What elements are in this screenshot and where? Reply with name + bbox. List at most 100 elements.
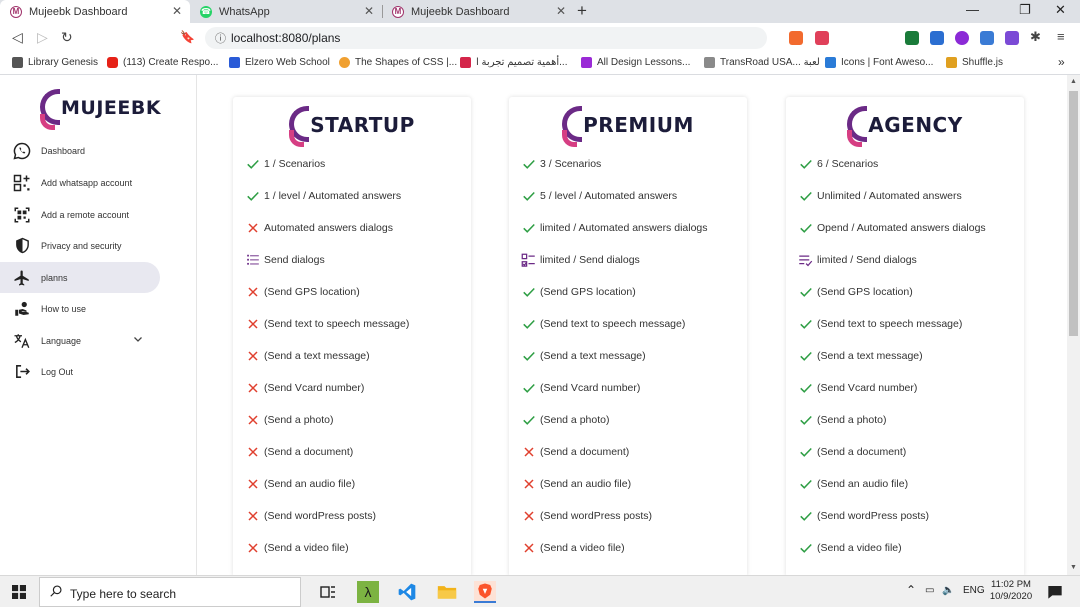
vue-devtools-icon[interactable] xyxy=(905,31,919,45)
new-tab-button[interactable]: + xyxy=(577,1,587,21)
sidebar-item-add-whatsapp-account[interactable]: Add whatsapp account xyxy=(0,167,160,198)
color-picker-icon[interactable] xyxy=(955,31,969,45)
sidebar-item-language[interactable]: Language xyxy=(0,325,160,356)
feature-item: (Send an audio file) xyxy=(798,475,908,493)
tab-whatsapp[interactable]: ☎ WhatsApp ✕ xyxy=(190,0,382,23)
css-tricks-icon xyxy=(339,57,350,68)
windows-start-icon[interactable] xyxy=(8,581,30,603)
check-icon xyxy=(798,509,813,524)
logo[interactable]: MUJEEBK xyxy=(40,87,162,130)
close-icon[interactable]: ✕ xyxy=(556,4,566,18)
bookmark-item[interactable]: All Design Lessons... xyxy=(581,57,690,68)
playlist-check-icon xyxy=(798,253,813,268)
chevron-up-icon[interactable]: ⌃ xyxy=(906,583,916,597)
bookmark-icon[interactable]: 🔖 xyxy=(180,30,195,44)
feature-text: (Send an audio file) xyxy=(540,478,632,490)
feature-text: (Send wordPress posts) xyxy=(817,510,930,522)
sidebar-item-log-out[interactable]: Log Out xyxy=(0,356,160,387)
file-explorer-icon[interactable] xyxy=(436,581,458,603)
toolbar: ◁ ▷ ↻ 🔖 ⓘ localhost:8080/plans ✱ ≡ xyxy=(0,23,1080,53)
bookmark-item[interactable]: Elzero Web School xyxy=(229,57,330,68)
feature-text: (Send a photo) xyxy=(264,414,334,426)
feature-text: Send dialogs xyxy=(264,254,325,266)
reload-icon[interactable]: ↻ xyxy=(61,29,73,46)
feature-text: limited / Send dialogs xyxy=(817,254,917,266)
lambda-app-icon[interactable]: λ xyxy=(357,581,379,603)
plane-icon xyxy=(12,268,32,288)
scroll-down-icon[interactable]: ▼ xyxy=(1070,564,1077,571)
brave-rewards-icon[interactable] xyxy=(815,31,829,45)
page-scrollbar[interactable]: ▲ ▼ xyxy=(1067,75,1080,575)
plan-header: PREMIUM xyxy=(509,103,747,147)
bookmark-item[interactable]: Library Genesis xyxy=(12,57,98,68)
clock-date: 10/9/2020 xyxy=(989,591,1033,602)
feature-text: (Send GPS location) xyxy=(540,286,636,298)
plan-title: STARTUP xyxy=(310,113,415,137)
sidebar-item-label: Language xyxy=(41,335,82,346)
taskbar-clock[interactable]: 11:02 PM 10/9/2020 xyxy=(988,579,1034,603)
sidebar-item-privacy-and-security[interactable]: Privacy and security xyxy=(0,230,160,261)
puzzle-icon[interactable]: ✱ xyxy=(1030,29,1041,45)
notification-icon[interactable] xyxy=(1044,581,1066,603)
close-window-icon[interactable]: ✕ xyxy=(1055,2,1066,18)
brave-browser-icon[interactable] xyxy=(474,581,496,603)
close-icon[interactable]: ✕ xyxy=(172,4,182,18)
battery-icon[interactable]: ▭ xyxy=(925,585,934,596)
vscode-icon[interactable] xyxy=(396,581,418,603)
shield-icon xyxy=(12,236,32,256)
scroll-up-icon[interactable]: ▲ xyxy=(1070,78,1077,85)
mujeebk-favicon: M xyxy=(10,5,22,18)
sidebar-item-dashboard[interactable]: Dashboard xyxy=(0,135,160,166)
feature-text: (Send wordPress posts) xyxy=(264,510,377,522)
sidebar-item-plans[interactable]: planns xyxy=(0,262,160,293)
tab-mujeebk-dashboard[interactable]: M Mujeebk Dashboard ✕ xyxy=(0,0,190,23)
task-view-icon[interactable] xyxy=(317,581,339,603)
feature-item: (Send a text message) xyxy=(798,347,923,365)
language-indicator[interactable]: ENG xyxy=(963,585,985,596)
url-text: localhost:8080/plans xyxy=(231,31,341,45)
bookmark-item[interactable]: أهمية تصميم تجربة ا... xyxy=(460,57,567,68)
plan-card-premium: PREMIUM 3 / Scenarios 5 / level / Automat… xyxy=(509,97,747,575)
restore-icon[interactable]: ❐ xyxy=(1019,2,1031,18)
feature-text: Unlimited / Automated answers xyxy=(817,190,962,202)
feature-text: (Send GPS location) xyxy=(817,286,913,298)
windows-taskbar: Type here to search λ ⌃ ▭ 🔈 ENG 11:02 PM… xyxy=(0,575,1080,607)
bookmark-item[interactable]: The Shapes of CSS |... xyxy=(339,57,457,68)
extension-icon[interactable] xyxy=(930,31,944,45)
bookmark-item[interactable]: Icons | Font Aweso... xyxy=(825,57,933,68)
chevron-down-icon[interactable] xyxy=(132,333,144,347)
feature-text: 5 / level / Automated answers xyxy=(540,190,678,202)
plan-card-agency: AGENCY 6 / Scenarios Unlimited / Automate… xyxy=(786,97,1024,575)
tab-mujeebk-dashboard-2[interactable]: M Mujeebk Dashboard ✕ xyxy=(382,0,574,23)
search-icon xyxy=(49,584,63,603)
close-icon[interactable]: ✕ xyxy=(364,4,374,18)
feature-text: (Send text to speech message) xyxy=(817,318,963,330)
logo-text: MUJEEBK xyxy=(61,97,162,119)
forward-icon[interactable]: ▷ xyxy=(37,29,48,46)
whatsapp-icon: ☎ xyxy=(200,5,212,18)
scroll-thumb[interactable] xyxy=(1069,91,1078,336)
facebook-icon xyxy=(229,57,240,68)
feature-item: (Send GPS location) xyxy=(245,283,360,301)
extension-icon[interactable] xyxy=(1005,31,1019,45)
extension-icon[interactable] xyxy=(980,31,994,45)
back-icon[interactable]: ◁ xyxy=(12,29,23,46)
bookmark-item[interactable]: TransRoad USA... لعبة xyxy=(704,57,820,68)
sidebar-item-how-to-use[interactable]: How to use xyxy=(0,293,160,324)
bookmark-item[interactable]: (113) Create Respo... xyxy=(107,57,218,68)
taskbar-search[interactable]: Type here to search xyxy=(39,577,301,607)
sidebar-item-add-remote-account[interactable]: Add a remote account xyxy=(0,199,160,230)
feature-text: (Send an audio file) xyxy=(817,478,909,490)
address-bar[interactable]: ⓘ localhost:8080/plans xyxy=(205,27,767,49)
close-icon xyxy=(245,221,260,236)
feature-item: 6 / Scenarios xyxy=(798,155,878,173)
menu-icon[interactable]: ≡ xyxy=(1057,29,1065,44)
volume-icon[interactable]: 🔈 xyxy=(942,585,954,596)
check-icon xyxy=(798,317,813,332)
brave-shield-icon[interactable] xyxy=(789,31,803,45)
sidebar-item-label: Add whatsapp account xyxy=(41,177,133,188)
bookmark-item[interactable]: Shuffle.js xyxy=(946,57,1003,68)
bookmarks-overflow[interactable]: » xyxy=(1058,55,1065,69)
feature-text: 1 / level / Automated answers xyxy=(264,190,402,202)
minimize-icon[interactable]: — xyxy=(966,2,979,17)
